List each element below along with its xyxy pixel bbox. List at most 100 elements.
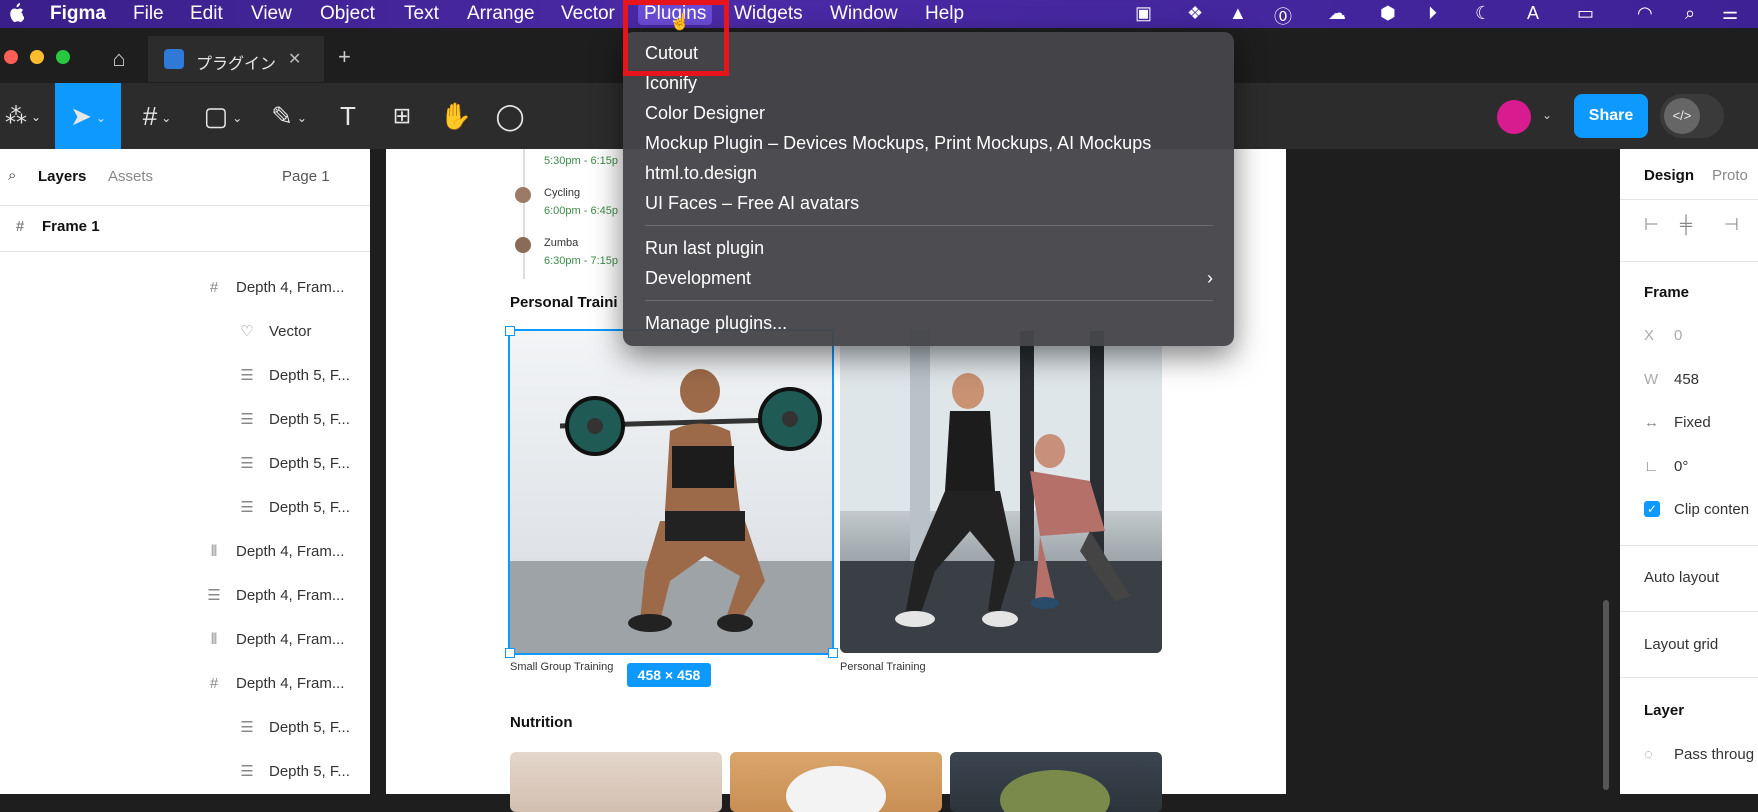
layer-item[interactable]: ☰ Depth 5, F... <box>235 750 350 794</box>
canvas-background[interactable] <box>1286 149 1620 794</box>
menu-item-development[interactable]: Development › <box>645 264 1213 292</box>
close-tab-icon[interactable]: ✕ <box>288 49 301 69</box>
menu-item-manage-plugins[interactable]: Manage plugins... <box>645 309 787 337</box>
tab-plugins[interactable]: プラグイン ✕ <box>148 36 324 82</box>
frame-type-dropdown[interactable]: Frame <box>1644 284 1689 301</box>
layer-item[interactable]: ⫴ Depth 4, Fram... <box>202 530 345 574</box>
layer-item[interactable]: ☰ Depth 4, Fram... <box>202 574 344 618</box>
play-icon[interactable]: ⏵ <box>1428 3 1437 24</box>
menu-item-color-designer[interactable]: Color Designer <box>645 99 765 127</box>
layer-item[interactable]: # Depth 4, Fram... <box>202 266 345 310</box>
x-input[interactable]: 0 <box>1674 327 1682 344</box>
menu-file[interactable]: File <box>133 3 164 25</box>
align-center-icon[interactable]: ╪ <box>1680 215 1692 235</box>
onepassword-icon[interactable]: ⓪ <box>1274 3 1292 29</box>
text-tool-icon[interactable]: T <box>330 83 366 149</box>
page-selector[interactable]: Page 1 <box>282 168 330 185</box>
hand-tool-icon[interactable]: ✋ <box>438 83 474 149</box>
nutrition-photo[interactable] <box>730 752 942 812</box>
menu-item-run-last-plugin[interactable]: Run last plugin <box>645 234 764 262</box>
layer-label: Depth 5, F... <box>269 367 350 384</box>
layer-item[interactable]: ☰ Depth 5, F... <box>235 442 350 486</box>
rotation-input[interactable]: 0° <box>1674 458 1688 475</box>
drive-icon[interactable]: ▲ <box>1229 3 1247 24</box>
canvas-scrollbar[interactable] <box>1603 600 1609 790</box>
resize-handle[interactable] <box>828 648 838 658</box>
menu-item-ui-faces[interactable]: UI Faces – Free AI avatars <box>645 189 859 217</box>
w-input[interactable]: 458 <box>1674 371 1699 388</box>
new-tab-button[interactable]: + <box>338 44 351 70</box>
menu-item-html-to-design[interactable]: html.to.design <box>645 159 757 187</box>
menu-widgets[interactable]: Widgets <box>734 3 803 25</box>
layer-item[interactable]: ⫴ Depth 4, Fram... <box>202 618 345 662</box>
menu-help[interactable]: Help <box>925 3 964 25</box>
tab-layers[interactable]: Layers <box>38 168 86 185</box>
menu-object[interactable]: Object <box>320 3 375 25</box>
frame-icon: # <box>15 218 25 235</box>
wifi-icon[interactable]: ◠ <box>1637 3 1653 24</box>
apple-icon[interactable] <box>8 3 25 28</box>
photo-small-group-training[interactable] <box>508 329 834 655</box>
main-menu-icon[interactable]: ⁂ ⌄ <box>0 83 46 149</box>
menu-edit[interactable]: Edit <box>190 3 223 25</box>
layer-item[interactable]: ☰ Depth 5, F... <box>235 486 350 530</box>
hex-app-icon[interactable]: ⬢ <box>1380 3 1396 24</box>
line-icon[interactable]: ☁ <box>1328 3 1346 24</box>
sizing-dropdown[interactable]: Fixed <box>1674 414 1711 431</box>
menu-window[interactable]: Window <box>830 3 898 25</box>
blend-mode-dropdown[interactable]: Pass throug <box>1674 746 1754 763</box>
panel-divider[interactable] <box>370 149 386 794</box>
tab-design[interactable]: Design <box>1644 167 1694 184</box>
frame-tool-icon[interactable]: # ⌄ <box>132 83 182 149</box>
battery-icon[interactable]: ▭ <box>1577 3 1594 24</box>
align-right-icon[interactable]: ⊣ <box>1724 215 1739 235</box>
layer-item[interactable]: ☰ Depth 5, F... <box>235 706 350 750</box>
move-tool-icon[interactable]: ➤ ⌄ <box>55 83 121 149</box>
plugins-dropdown-menu: Cutout Iconify Color Designer Mockup Plu… <box>623 32 1234 346</box>
search-icon[interactable]: ⌕ <box>1685 3 1695 24</box>
screen-record-icon[interactable]: ▣ <box>1135 3 1152 24</box>
layer-item[interactable]: ♡ Vector <box>235 310 311 354</box>
auto-layout-section[interactable]: Auto layout <box>1644 569 1719 586</box>
nutrition-photo[interactable] <box>510 752 722 812</box>
rectangle-tool-icon[interactable]: ▢ ⌄ <box>198 83 248 149</box>
pen-tool-icon[interactable]: ✎ ⌄ <box>264 83 314 149</box>
dev-mode-toggle[interactable]: </> <box>1660 94 1724 138</box>
resize-handle[interactable] <box>505 648 515 658</box>
menu-vector[interactable]: Vector <box>561 3 615 25</box>
resources-tool-icon[interactable]: ⊞ <box>384 83 420 149</box>
comment-tool-icon[interactable]: ◯ <box>492 83 528 149</box>
zoom-window-icon[interactable] <box>56 50 70 64</box>
chevron-down-icon[interactable]: ⌄ <box>1542 108 1552 122</box>
avatar[interactable] <box>1497 100 1531 134</box>
cursor-hand-icon: ☝ <box>670 14 690 31</box>
resize-handle[interactable] <box>505 326 515 336</box>
photo-personal-training[interactable] <box>840 331 1162 653</box>
menu-text[interactable]: Text <box>404 3 439 25</box>
tab-assets[interactable]: Assets <box>108 168 153 185</box>
moon-icon[interactable]: ☾ <box>1475 3 1491 24</box>
layout-grid-section[interactable]: Layout grid <box>1644 636 1718 653</box>
menu-item-mockup-plugin[interactable]: Mockup Plugin – Devices Mockups, Print M… <box>645 129 1151 157</box>
columns-icon: ⫴ <box>210 543 218 560</box>
figma-tray-icon[interactable]: ❖ <box>1187 3 1203 24</box>
control-center-icon[interactable]: ⚌ <box>1722 3 1738 24</box>
menu-app-name[interactable]: Figma <box>50 3 106 25</box>
layer-frame-1[interactable]: # Frame 1 <box>8 205 100 249</box>
input-source-icon[interactable]: A <box>1527 3 1539 24</box>
home-tab-icon[interactable]: ⌂ <box>96 36 142 82</box>
layer-item[interactable]: # Depth 4, Fram... <box>202 662 345 706</box>
menu-arrange[interactable]: Arrange <box>467 3 535 25</box>
close-window-icon[interactable] <box>4 50 18 64</box>
menu-view[interactable]: View <box>251 3 292 25</box>
share-button[interactable]: Share <box>1574 94 1648 138</box>
clip-content-checkbox[interactable]: ✓ <box>1644 501 1660 517</box>
layer-item[interactable]: ☰ Depth 5, F... <box>235 398 350 442</box>
search-icon[interactable]: ⌕ <box>8 167 16 184</box>
align-left-icon[interactable]: ⊢ <box>1644 215 1659 235</box>
minimize-window-icon[interactable] <box>30 50 44 64</box>
nutrition-photo[interactable] <box>950 752 1162 812</box>
tab-prototype[interactable]: Proto <box>1712 167 1748 184</box>
bowl-shape <box>1000 770 1110 812</box>
layer-item[interactable]: ☰ Depth 5, F... <box>235 354 350 398</box>
